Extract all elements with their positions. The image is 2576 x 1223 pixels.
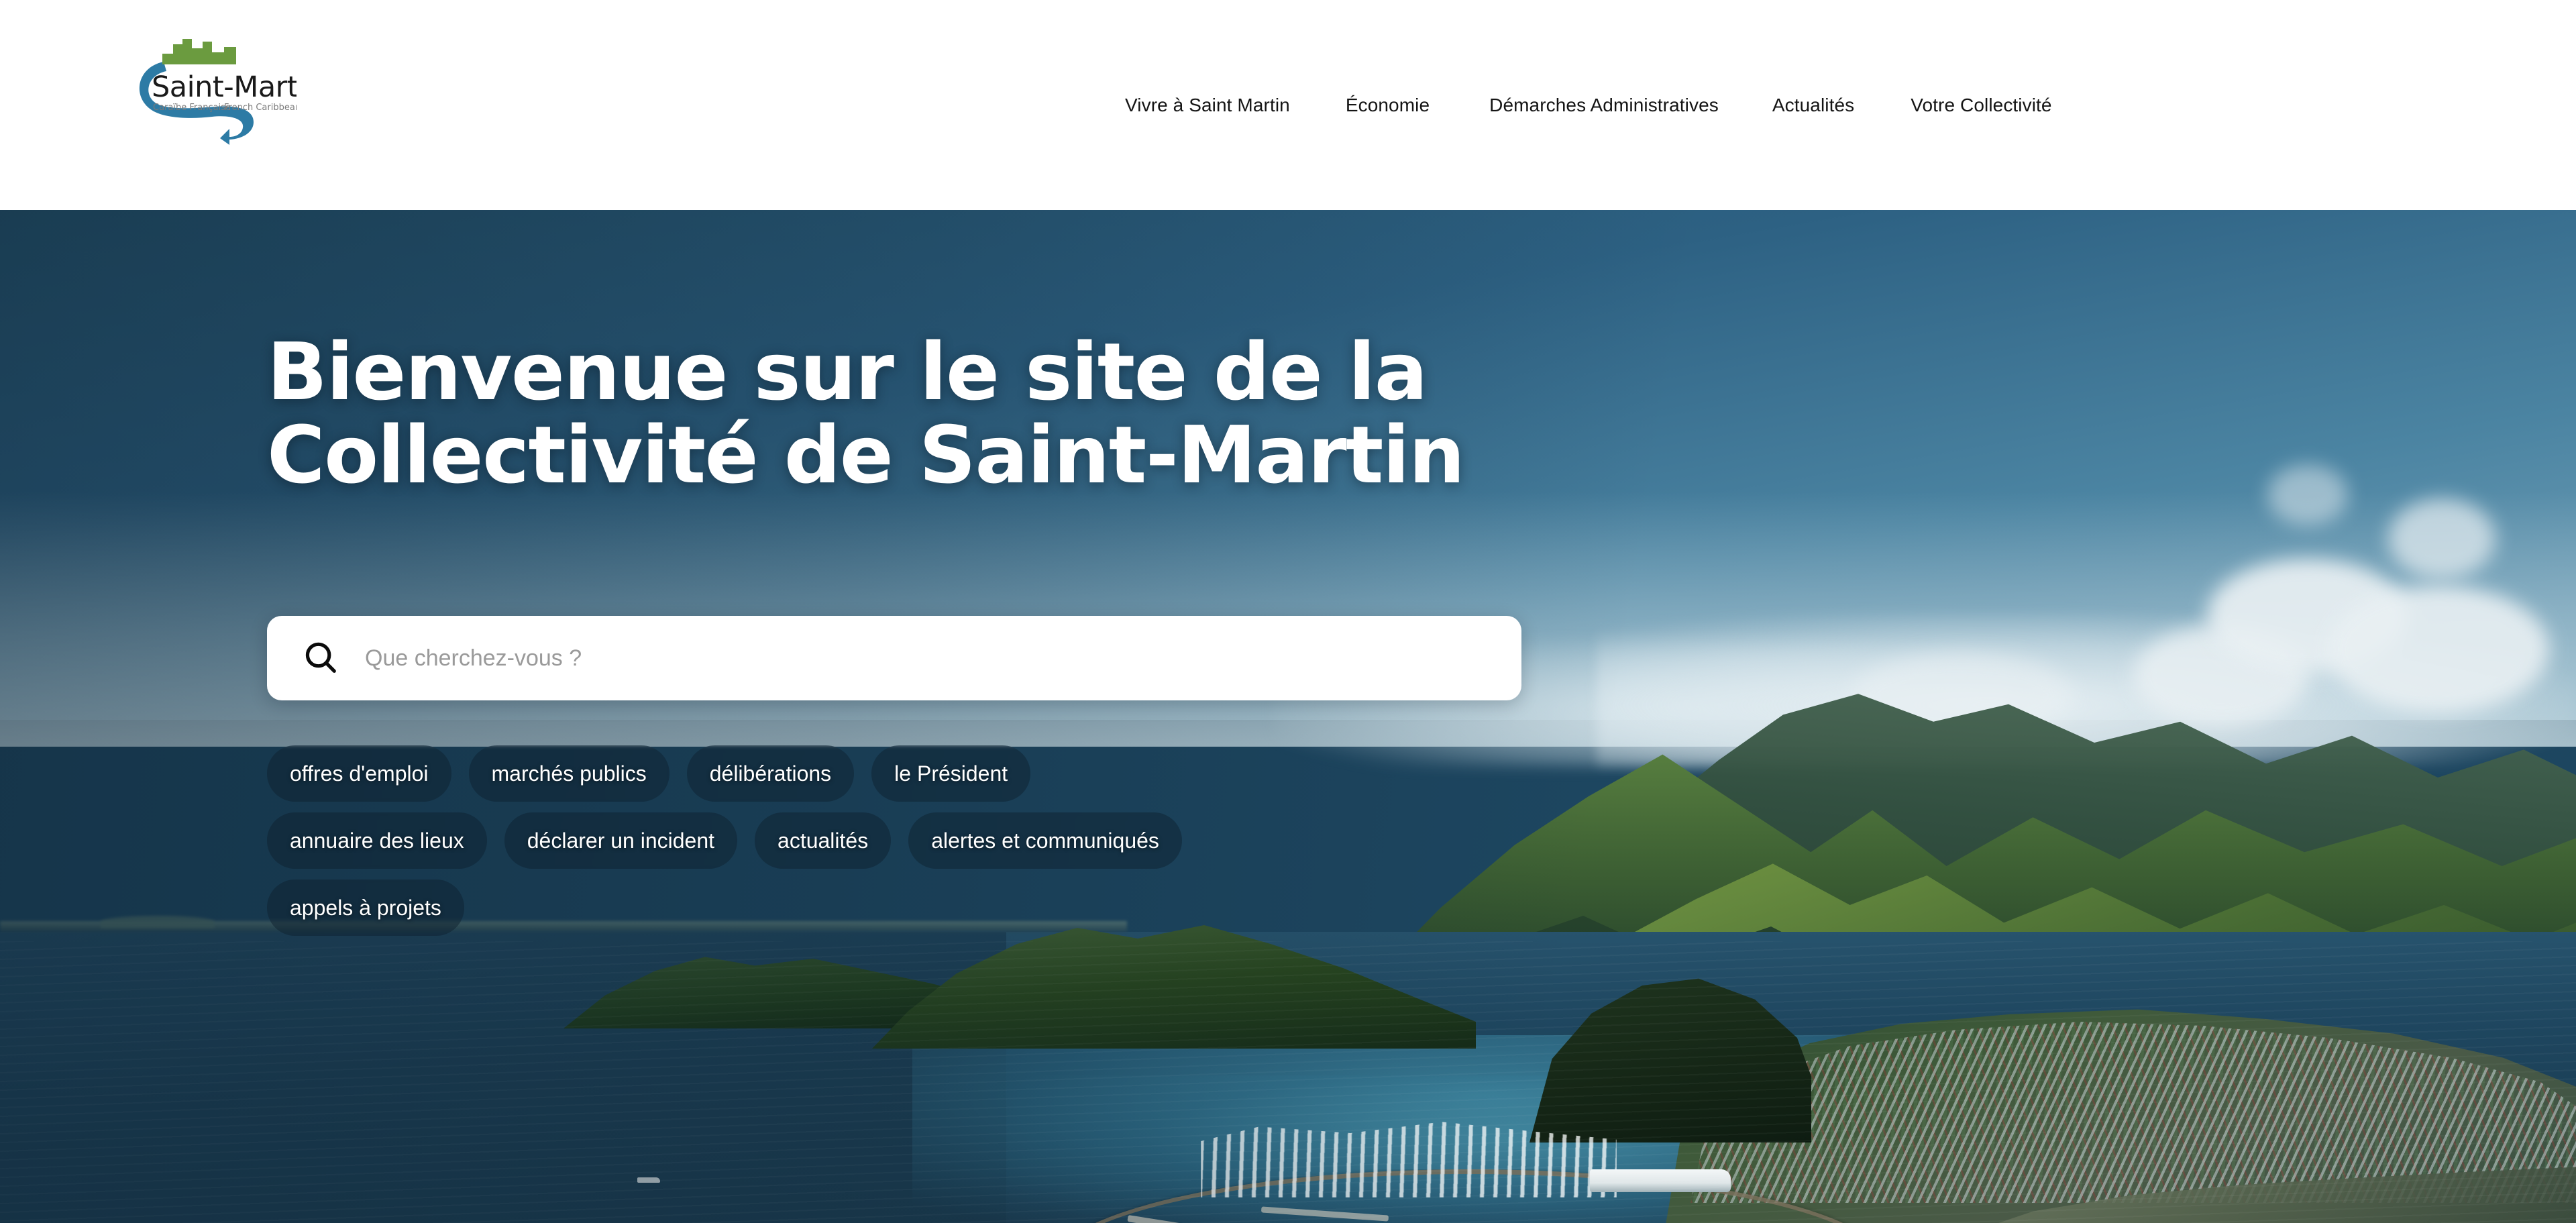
page-title-line-1: Bienvenue sur le site de la (267, 325, 1428, 418)
site-logo[interactable]: Saint-Martin Caraïbe Française French Ca… (125, 35, 297, 145)
quick-link-appels-a-projets[interactable]: appels à projets (267, 880, 464, 936)
nav-item-votre-collectivite[interactable]: Votre Collectivité (1911, 95, 2051, 115)
page-title: Bienvenue sur le site de la Collectivité… (267, 330, 1474, 501)
nav-item-actualites[interactable]: Actualités (1772, 95, 1854, 115)
nav-item-economie[interactable]: Économie (1346, 95, 1430, 115)
quick-link-offres-demploi[interactable]: offres d'emploi (267, 745, 451, 802)
search-input[interactable] (365, 616, 1495, 700)
quick-links-row-2: annuaire des lieux déclarer un incident … (267, 812, 1877, 869)
main-navigation: Vivre à Saint Martin Économie Démarches … (1125, 0, 2052, 210)
quick-link-deliberations[interactable]: délibérations (686, 745, 855, 802)
svg-text:Caraïbe Française: Caraïbe Française (153, 103, 231, 113)
quick-link-declarer-un-incident[interactable]: déclarer un incident (504, 812, 738, 869)
nav-item-demarches-administratives[interactable]: Démarches Administratives (1489, 95, 1719, 115)
quick-link-le-president[interactable]: le Président (871, 745, 1031, 802)
nav-item-vivre-a-saint-martin[interactable]: Vivre à Saint Martin (1125, 95, 1290, 115)
search-icon (302, 639, 339, 677)
svg-text:Saint-Martin: Saint-Martin (152, 70, 297, 104)
search-bar[interactable] (267, 616, 1521, 700)
quick-link-marches-publics[interactable]: marchés publics (468, 745, 669, 802)
quick-links-row-3: appels à projets (267, 880, 1877, 936)
quick-links: offres d'emploi marchés publics délibéra… (267, 745, 1877, 936)
page-title-line-2: Collectivité de Saint-Martin (267, 408, 1465, 501)
quick-link-alertes-et-communiques[interactable]: alertes et communiqués (908, 812, 1182, 869)
quick-links-row-1: offres d'emploi marchés publics délibéra… (267, 745, 1877, 802)
site-header: Saint-Martin Caraïbe Française French Ca… (0, 0, 2576, 210)
quick-link-actualites[interactable]: actualités (755, 812, 892, 869)
hero-section: Bienvenue sur le site de la Collectivité… (0, 210, 2576, 1223)
quick-link-annuaire-des-lieux[interactable]: annuaire des lieux (267, 812, 487, 869)
svg-text:French Caribbean: French Caribbean (224, 103, 297, 113)
saint-martin-logo-icon: Saint-Martin Caraïbe Française French Ca… (139, 39, 297, 145)
hero-content: Bienvenue sur le site de la Collectivité… (267, 330, 1810, 501)
